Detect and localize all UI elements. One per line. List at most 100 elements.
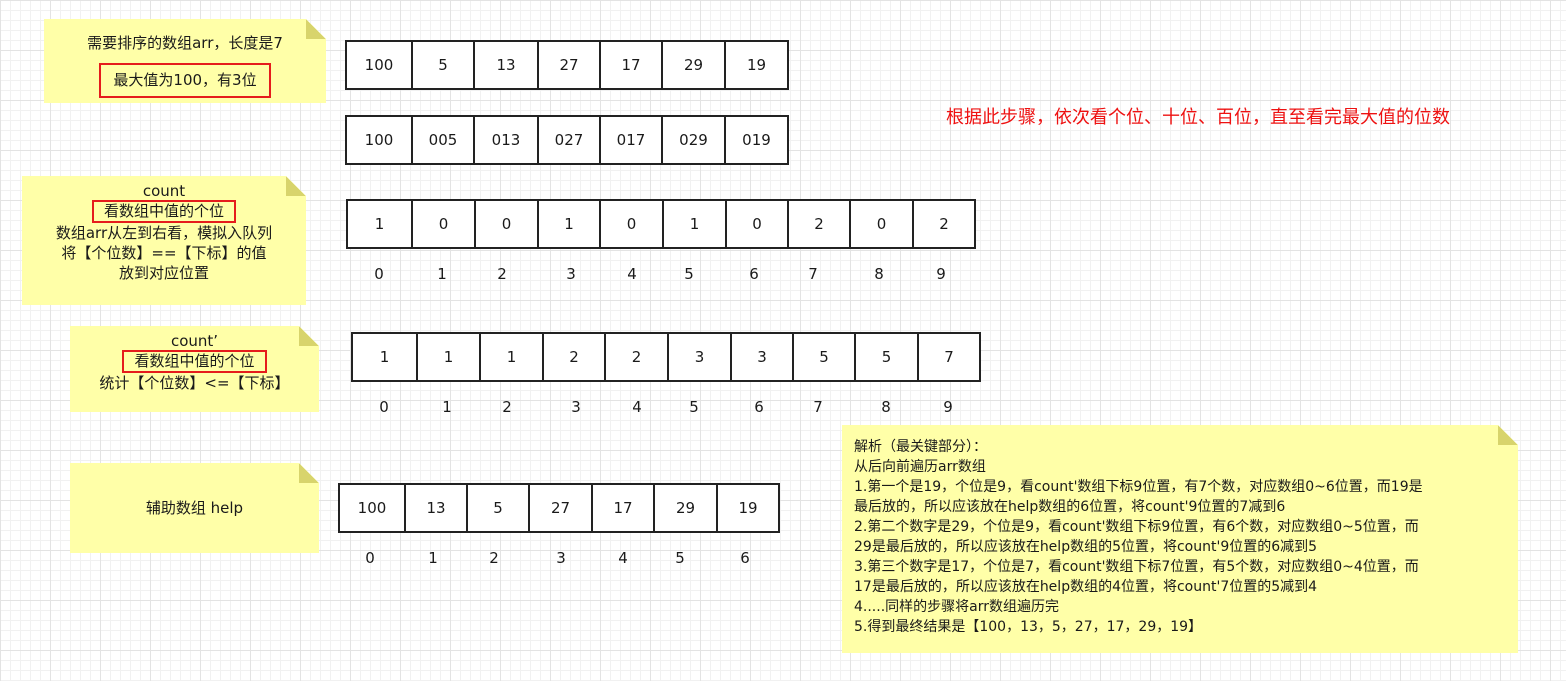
array-cell: 1: [416, 334, 479, 380]
note-analysis: 解析（最关键部分）： 从后向前遍历arr数组 1.第一个是19，个位是9，看co…: [842, 425, 1518, 653]
index-label: 1: [428, 549, 438, 567]
step-instruction: 根据此步骤，依次看个位、十位、百位，直至看完最大值的位数: [946, 107, 1450, 128]
array-help: 100 13 5 27 17 29 19: [338, 483, 780, 533]
index-label: 8: [874, 265, 884, 283]
array-cell: 2: [542, 334, 604, 380]
array-cell: 5: [854, 334, 917, 380]
index-label: 5: [689, 398, 699, 416]
array-cell: 0: [725, 201, 787, 247]
array-cell: 19: [716, 485, 778, 531]
analysis-line: 最后放的，所以应该放在help数组的6位置，将count'9位置的7减到6: [854, 499, 1286, 515]
index-label: 9: [936, 265, 946, 283]
array-cell: 7: [917, 334, 979, 380]
array-cell: 5: [792, 334, 854, 380]
array-arr-padded: 100 005 013 027 017 029 019: [345, 115, 789, 165]
array-arr: 100 5 13 27 17 29 19: [345, 40, 789, 90]
array-cell: 017: [599, 117, 661, 163]
index-label: 6: [749, 265, 759, 283]
array-count: 1 0 0 1 0 1 0 2 0 2: [346, 199, 976, 249]
array-count-prime: 1 1 1 2 2 3 3 5 5 7: [351, 332, 981, 382]
note-count-line3: 数组arr从左到右看，模拟入队列: [55, 224, 273, 242]
index-label: 2: [497, 265, 507, 283]
array-cell: 0: [849, 201, 912, 247]
array-cell: 5: [466, 485, 528, 531]
array-cell: 2: [912, 201, 974, 247]
index-label: 1: [437, 265, 447, 283]
array-cell: 17: [591, 485, 653, 531]
array-cell: 17: [599, 42, 661, 88]
array-cell: 013: [473, 117, 537, 163]
index-label: 8: [881, 398, 891, 416]
index-label: 2: [489, 549, 499, 567]
index-label: 4: [618, 549, 628, 567]
note-count-title: count: [142, 182, 186, 200]
array-cell: 1: [537, 201, 599, 247]
array-cell: 19: [724, 42, 787, 88]
index-label: 7: [808, 265, 818, 283]
index-label: 7: [813, 398, 823, 416]
array-cell: 27: [528, 485, 591, 531]
analysis-line: 解析（最关键部分）：: [854, 439, 987, 455]
note-help: 辅助数组 help: [70, 463, 319, 553]
note-count-prime-title: count’: [170, 332, 219, 350]
note-count-line5: 放到对应位置: [118, 264, 209, 282]
note-count-line4: 将【个位数】==【下标】的值: [61, 244, 267, 262]
array-cell: 005: [411, 117, 473, 163]
note-sort-line1: 需要排序的数组arr，长度是7: [87, 34, 283, 52]
note-fold: [299, 326, 319, 346]
index-label: 4: [632, 398, 642, 416]
array-cell: 2: [787, 201, 849, 247]
analysis-line: 4.....同样的步骤将arr数组遍历完: [854, 599, 1060, 615]
index-label: 6: [740, 549, 750, 567]
array-cell: 27: [537, 42, 599, 88]
index-label: 3: [571, 398, 581, 416]
note-count-prime-line3: 统计【个位数】<=【下标】: [99, 374, 290, 392]
array-cell: 29: [661, 42, 724, 88]
analysis-line: 2.第二个数字是29，个位是9，看count'数组下标9位置，有6个数，对应数组…: [854, 519, 1419, 535]
note-count: count 看数组中值的个位 数组arr从左到右看，模拟入队列 将【个位数】==…: [22, 176, 306, 305]
analysis-line: 1.第一个是19，个位是9，看count'数组下标9位置，有7个数，对应数组0~…: [854, 479, 1423, 495]
array-cell: 5: [411, 42, 473, 88]
analysis-line: 17是最后放的，所以应该放在help数组的4位置，将count'7位置的5减到4: [854, 579, 1318, 595]
array-cell: 0: [411, 201, 474, 247]
note-sort-array: 需要排序的数组arr，长度是7 最大值为100，有3位: [44, 19, 326, 103]
index-label: 4: [627, 265, 637, 283]
index-label: 5: [675, 549, 685, 567]
array-cell: 1: [479, 334, 542, 380]
note-count-prime: count’ 看数组中值的个位 统计【个位数】<=【下标】: [70, 326, 319, 412]
array-cell: 100: [364, 56, 394, 74]
array-cell: 1: [379, 348, 390, 366]
index-label: 3: [556, 549, 566, 567]
array-cell: 13: [404, 485, 466, 531]
count-prime-digit-highlight: 看数组中值的个位: [122, 350, 266, 373]
array-cell: 3: [667, 334, 730, 380]
index-label: 3: [566, 265, 576, 283]
array-cell: 2: [604, 334, 667, 380]
array-cell: 027: [537, 117, 599, 163]
count-digit-highlight: 看数组中值的个位: [92, 200, 236, 223]
max-value-highlight: 最大值为100，有3位: [99, 63, 270, 98]
array-cell: 13: [473, 42, 537, 88]
array-cell: 100: [364, 131, 394, 149]
array-cell: 0: [599, 201, 662, 247]
analysis-line: 3.第三个数字是17，个位是7，看count'数组下标7位置，有5个数，对应数组…: [854, 559, 1419, 575]
array-cell: 029: [661, 117, 724, 163]
index-label: 1: [442, 398, 452, 416]
note-help-label: 辅助数组 help: [145, 499, 244, 517]
array-cell: 3: [730, 334, 792, 380]
index-label: 0: [374, 265, 384, 283]
index-label: 5: [684, 265, 694, 283]
analysis-line: 29是最后放的，所以应该放在help数组的5位置，将count'9位置的6减到5: [854, 539, 1318, 555]
index-label: 6: [754, 398, 764, 416]
analysis-line: 5.得到最终结果是【100，13，5，27，17，29，19】: [854, 619, 1203, 635]
array-cell: 100: [357, 499, 387, 517]
note-fold: [299, 463, 319, 483]
index-label: 2: [502, 398, 512, 416]
array-cell: 0: [474, 201, 537, 247]
array-cell: 29: [653, 485, 716, 531]
array-cell: 1: [662, 201, 725, 247]
index-label: 9: [943, 398, 953, 416]
index-label: 0: [365, 549, 375, 567]
array-cell: 1: [374, 215, 385, 233]
array-cell: 019: [724, 117, 787, 163]
